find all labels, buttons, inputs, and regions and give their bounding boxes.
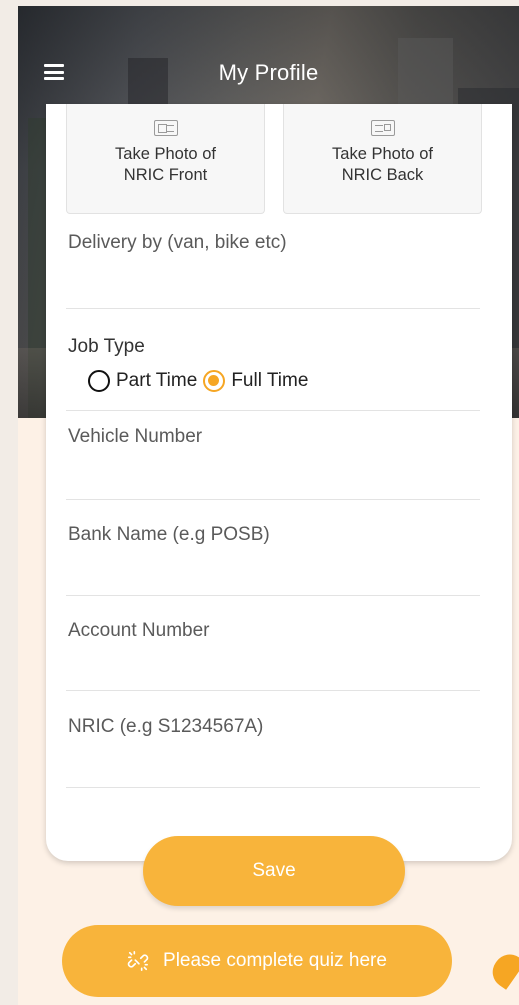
- save-button[interactable]: Save: [143, 836, 405, 906]
- account-number-placeholder: Account Number: [68, 620, 210, 641]
- profile-form-card: Take Photo of NRIC Front Take Photo of N…: [46, 104, 512, 861]
- top-bar: My Profile: [18, 50, 519, 96]
- delivery-by-placeholder: Delivery by (van, bike etc): [68, 232, 287, 253]
- complete-quiz-button[interactable]: Please complete quiz here: [62, 925, 452, 997]
- app-screen: My Profile Take Photo of NRIC Front Take…: [18, 6, 519, 1005]
- bank-name-placeholder: Bank Name (e.g POSB): [68, 524, 270, 545]
- part-time-radio[interactable]: Part Time: [88, 370, 197, 392]
- account-number-field[interactable]: Account Number: [66, 620, 480, 691]
- complete-quiz-label: Please complete quiz here: [163, 950, 387, 971]
- nric-placeholder: NRIC (e.g S1234567A): [68, 716, 264, 737]
- full-time-label: Full Time: [231, 370, 309, 391]
- id-card-front-icon: [153, 120, 178, 136]
- vehicle-number-field[interactable]: Vehicle Number: [66, 426, 480, 500]
- take-photo-back-label: Take Photo of NRIC Back: [332, 145, 433, 184]
- job-type-label: Job Type: [68, 336, 145, 357]
- full-time-radio[interactable]: Full Time: [203, 370, 308, 392]
- bank-name-field[interactable]: Bank Name (e.g POSB): [66, 524, 480, 596]
- nric-field[interactable]: NRIC (e.g S1234567A): [66, 716, 480, 788]
- radio-selected-icon: [203, 370, 226, 392]
- take-photo-front-label: Take Photo of NRIC Front: [115, 145, 216, 184]
- take-photo-nric-front-button[interactable]: Take Photo of NRIC Front: [66, 104, 265, 214]
- radio-unselected-icon: [88, 370, 110, 392]
- job-type-group: Job Type Part Time Full Time: [66, 332, 480, 411]
- part-time-label: Part Time: [116, 370, 198, 391]
- id-card-back-icon: [370, 120, 395, 136]
- job-type-radio-row: Part Time Full Time: [88, 370, 314, 392]
- hamburger-menu-icon[interactable]: [44, 64, 64, 80]
- vehicle-number-placeholder: Vehicle Number: [68, 426, 203, 447]
- take-photo-nric-back-button[interactable]: Take Photo of NRIC Back: [283, 104, 482, 214]
- floating-bubble[interactable]: [486, 948, 519, 990]
- page-title: My Profile: [218, 60, 319, 85]
- broken-link-icon: [127, 951, 149, 971]
- delivery-by-field[interactable]: Delivery by (van, bike etc): [66, 232, 480, 309]
